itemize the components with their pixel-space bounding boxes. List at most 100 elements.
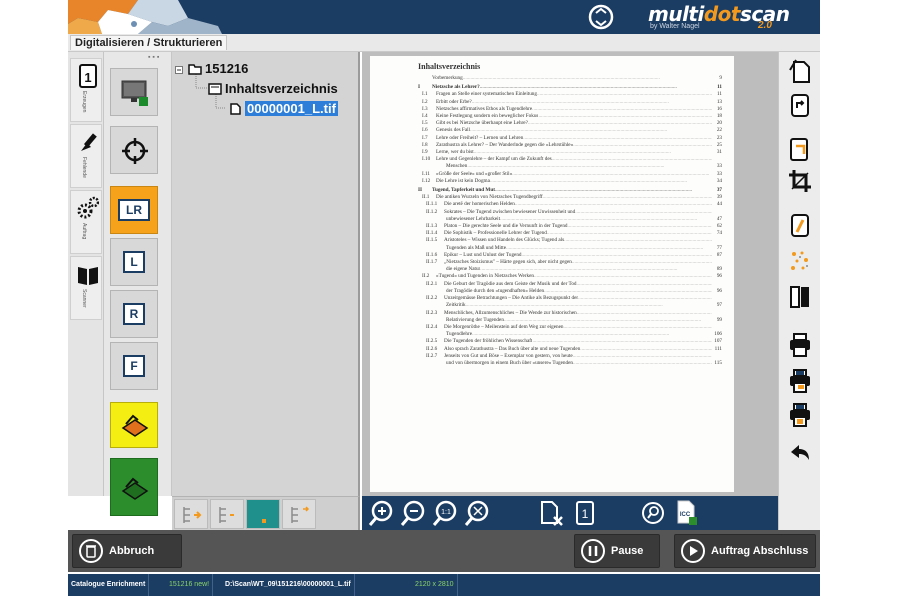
toc-num: I.9 [422, 149, 428, 156]
icc-profile-icon[interactable]: ICC [674, 499, 700, 527]
toc-entry: I.2 Erbitt oder Erbe? 13 [418, 99, 722, 106]
toc-title: Erbitt oder Erbe? [436, 98, 472, 105]
tree-node-chapter[interactable]: Inhaltsverzeichnis [208, 80, 338, 98]
delete-page-icon[interactable] [538, 499, 564, 527]
insert-after-button[interactable] [282, 499, 316, 529]
toc-title: Tugend, Tapferkeit und Mut [432, 187, 495, 194]
left-right-label: LR [118, 199, 150, 221]
sync-icon[interactable] [588, 4, 614, 30]
rotate-right-icon[interactable] [788, 92, 812, 118]
despeckle-icon[interactable] [788, 248, 812, 274]
insert-page-button[interactable] [246, 499, 280, 529]
full-page-tool[interactable]: F [110, 342, 158, 390]
toc-num [418, 75, 432, 82]
toc-title: unbewiesener Lehrbarkeit [446, 215, 501, 222]
toc-leader [575, 209, 712, 216]
toc-num [432, 317, 446, 324]
toc-num [432, 288, 446, 295]
print-pdf-a-icon[interactable] [788, 402, 812, 428]
deskew-icon[interactable] [788, 212, 812, 238]
crosshair-icon [122, 138, 148, 164]
chapter-icon [208, 82, 222, 95]
zoom-actual-icon[interactable]: 1:1 [432, 499, 458, 527]
search-icon[interactable] [640, 499, 666, 527]
toc-title: Lehre oder Freiheit? – Lernen und Lehren [436, 134, 524, 141]
document-viewer[interactable]: Inhaltsverzeichnis Vorbemerkung 9 I Nietzsc… [362, 52, 778, 496]
toc-leader [504, 317, 712, 324]
toc-page: 96 [716, 273, 722, 280]
toc-page: 39 [716, 194, 722, 201]
panel-menu-icon[interactable]: ▪ ▪ ▪ [148, 54, 159, 61]
toc-num: I.7 [422, 134, 428, 141]
status-file-path: D:\Scan\WT_09\151216\00000001_L.tif [222, 574, 355, 596]
tree-node-root[interactable]: 151216 [188, 60, 248, 78]
toc-title: Tugenden als Maß und Mitte [446, 244, 507, 251]
left-right-pages-tool[interactable]: LR [110, 186, 158, 234]
toc-page: 89 [716, 266, 722, 273]
scanner-icon [121, 414, 149, 437]
pause-label: Pause [611, 545, 644, 557]
vtab-auftrag[interactable]: Auftrag [70, 190, 102, 254]
monitor-icon [121, 80, 148, 106]
pause-button[interactable]: Pause [574, 534, 660, 568]
collapse-icon[interactable] [175, 66, 183, 74]
zoom-fit-icon[interactable] [464, 499, 490, 527]
split-page-icon[interactable] [788, 284, 812, 310]
tree-toolbar [172, 496, 360, 530]
title-bar: Digitalisieren / Strukturieren [68, 34, 820, 52]
toc-title: Vorbemerkung [432, 75, 463, 81]
toc-entry: Tugendlehre 106 [418, 331, 722, 338]
toc-leader [568, 223, 712, 230]
toc-page [712, 353, 722, 360]
left-page-tool[interactable]: L [110, 238, 158, 286]
toc-entry: Vorbemerkung 9 [418, 75, 722, 82]
crosshair-tool[interactable] [110, 126, 158, 174]
rotate-page-icon[interactable] [788, 58, 812, 84]
toc-num: II.2 [422, 273, 430, 280]
toc-page [712, 237, 722, 244]
finish-job-button[interactable]: Auftrag Abschluss [674, 534, 816, 568]
toc-entry: Menschen 33 [418, 163, 722, 170]
undo-icon[interactable] [788, 440, 812, 466]
right-page-tool[interactable]: R [110, 290, 158, 338]
toc-entry: II.1.1 Die aretē der homerischen Helden 44 [418, 201, 722, 208]
crop-page-icon[interactable] [788, 136, 812, 162]
scan-tool[interactable] [110, 458, 158, 516]
vtab-fehlende[interactable]: Fehlende [70, 124, 102, 188]
zoom-in-icon[interactable] [368, 499, 394, 527]
toc-entry: II.1.6 Epikur – Lust und Unlust der Tugen… [418, 252, 722, 259]
tab-digitalisieren[interactable]: Digitalisieren / Strukturieren [70, 35, 228, 50]
print-pdf-icon[interactable] [788, 368, 812, 394]
toc-num: II.1 [422, 194, 430, 201]
vtab-erzeugen[interactable]: 1 Erzeugen [70, 58, 102, 122]
tree-node-file[interactable]: 00000001_L.tif [228, 100, 338, 118]
insert-before-button[interactable] [174, 499, 208, 529]
toc-entry: I.1 Fragen an Stelle einer systematischen… [418, 91, 722, 98]
vertical-tabs: 1 Erzeugen Fehlende Auftrag Scanner [68, 52, 104, 496]
insert-child-button[interactable] [210, 499, 244, 529]
page-one-icon[interactable]: 1 [572, 499, 598, 527]
cancel-button[interactable]: Abbruch [72, 534, 182, 568]
toc-num: I.1 [422, 91, 428, 98]
toc-entry: I.9 Lerne, wer du bist 31 [418, 149, 722, 156]
zoom-out-icon[interactable] [400, 499, 426, 527]
vtab-label: Fehlende [81, 157, 87, 178]
trash-icon [79, 539, 103, 563]
toc-leader [564, 324, 712, 331]
toc-page [712, 281, 722, 288]
toc-num: II.2.4 [426, 323, 438, 330]
scan-preview-tool[interactable] [110, 402, 158, 448]
monitor-tool[interactable] [110, 68, 158, 116]
scanner-icon [121, 477, 149, 500]
toc-leader [472, 99, 712, 106]
vtab-scanner[interactable]: Scanner [70, 256, 102, 320]
toc-page: 13 [716, 98, 722, 105]
crop-icon[interactable] [788, 168, 812, 194]
toc-entry: I.10 Lehre und Gegenlehre – der Kampf um … [418, 156, 722, 163]
toc-num: I.3 [422, 105, 428, 112]
print-icon[interactable] [788, 332, 812, 358]
toc-num [432, 360, 446, 367]
toc-num: II.2.1 [426, 280, 438, 287]
toc-page: 33 [716, 163, 722, 170]
toc-num: I.11 [422, 170, 431, 177]
